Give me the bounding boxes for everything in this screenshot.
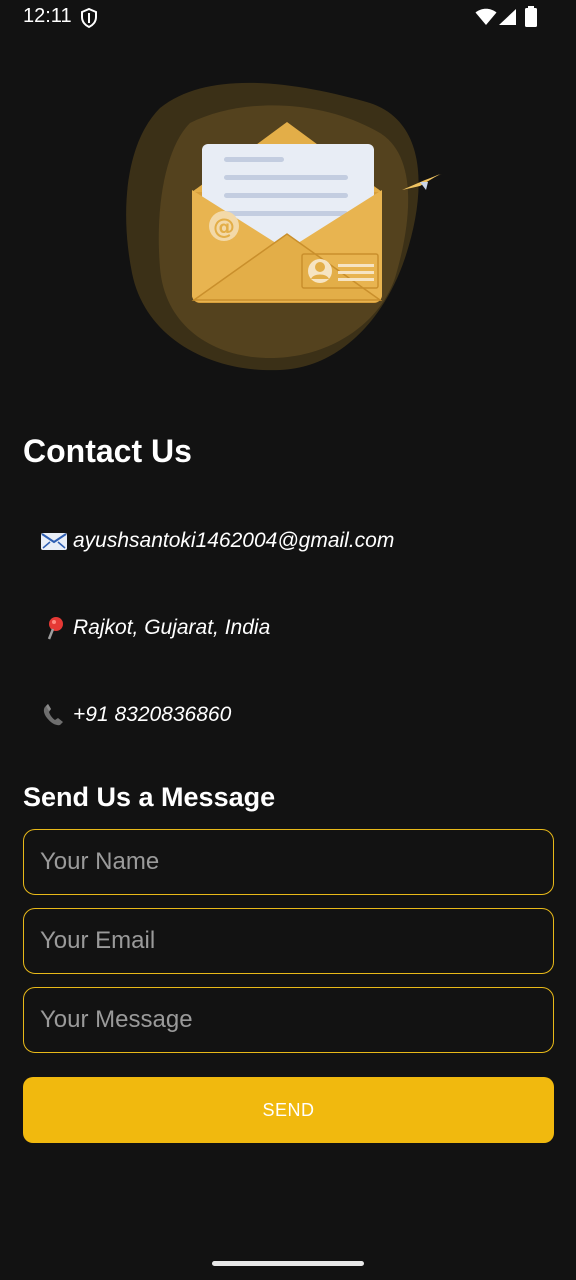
name-input[interactable]	[23, 829, 554, 895]
contact-title: Contact Us	[23, 433, 192, 469]
pin-emoji-icon	[47, 617, 63, 640]
status-time: 12:11	[23, 5, 72, 27]
message-form-title: Send Us a Message	[23, 782, 276, 812]
message-input[interactable]	[23, 987, 554, 1053]
status-bar: 12:11	[0, 0, 576, 34]
contact-email-row[interactable]: ayushsantoki1462004@gmail.com	[40, 526, 394, 556]
wifi-icon	[475, 8, 497, 25]
shield-icon	[81, 8, 97, 28]
phone-emoji-icon	[43, 704, 63, 726]
email-input[interactable]	[23, 908, 554, 974]
contact-location-text: Rajkot, Gujarat, India	[73, 616, 271, 639]
contact-phone-text: +91 8320836860	[73, 703, 232, 726]
envelope-illustration: @	[126, 82, 442, 371]
contact-phone-row[interactable]: +91 8320836860	[40, 700, 231, 730]
contact-location-row: Rajkot, Gujarat, India	[40, 613, 270, 643]
battery-icon	[525, 6, 537, 27]
send-button[interactable]: SEND	[23, 1077, 554, 1143]
signal-icon	[499, 9, 516, 25]
svg-text:@: @	[213, 215, 235, 240]
home-indicator[interactable]	[212, 1261, 364, 1266]
contact-email-text: ayushsantoki1462004@gmail.com	[73, 529, 395, 552]
envelope-emoji-icon	[41, 533, 67, 550]
